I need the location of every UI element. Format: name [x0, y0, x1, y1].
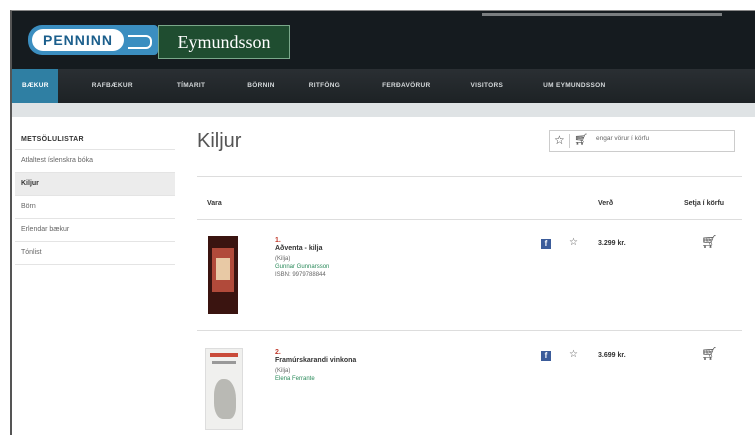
cart-bar[interactable]: ☆ 🛒︎ engar vörur í körfu	[549, 130, 735, 152]
sidebar-item-born[interactable]: Börn	[15, 195, 175, 218]
book-title-link[interactable]: Framúrskarandi vinkona	[275, 357, 356, 364]
sidebar-item-kiljur[interactable]: Kiljur	[15, 172, 175, 195]
wishlist-star-icon[interactable]: ☆	[554, 133, 565, 147]
nav-item-ritfong[interactable]: RITFÖNG	[309, 69, 340, 103]
book-format: (Kilja)	[275, 368, 291, 374]
main-nav: BÆKUR RAFBÆKUR TÍMARIT BÖRNIN RITFÖNG FE…	[12, 69, 755, 103]
cover-subtitle-bar	[212, 361, 236, 364]
header-divider	[482, 13, 722, 16]
bestseller-sidebar: METSÖLULISTAR Atlaltest íslenskra bóka K…	[15, 128, 175, 265]
penninn-logo-text: PENNINN	[32, 29, 124, 51]
book-author-link[interactable]: Elena Ferrante	[275, 376, 356, 382]
divider	[197, 219, 742, 220]
star-icon[interactable]: ☆	[569, 237, 578, 248]
divider	[197, 176, 742, 177]
book-info: 1. Aðventa - kilja (Kilja) Gunnar Gunnar…	[275, 237, 329, 278]
cart-status-text: engar vörur í körfu	[596, 135, 650, 142]
page-title: Kiljur	[197, 130, 242, 152]
cart-icon[interactable]: 🛒︎	[574, 133, 588, 146]
site-header: PENNINN Eymundsson	[12, 11, 755, 69]
nav-item-rafbaekur[interactable]: RAFBÆKUR	[92, 69, 133, 103]
cart-bar-divider	[569, 134, 570, 148]
facebook-icon[interactable]: f	[541, 351, 551, 361]
penninn-logo-tail	[128, 35, 152, 49]
nav-item-timarit[interactable]: TÍMARIT	[177, 69, 205, 103]
sidebar-item-tonlist[interactable]: Tónlist	[15, 241, 175, 265]
sub-header-bar	[12, 103, 755, 117]
column-header-cart: Setja í körfu	[684, 200, 725, 207]
sidebar-title: METSÖLULISTAR	[21, 136, 84, 143]
book-price: 3.699 kr.	[598, 352, 626, 359]
nav-item-um-eymundsson[interactable]: UM EYMUNDSSON	[543, 69, 605, 103]
star-icon[interactable]: ☆	[569, 349, 578, 360]
nav-item-bornin[interactable]: BÖRNIN	[247, 69, 274, 103]
book-rank: 2.	[275, 349, 281, 356]
cover-art	[214, 379, 236, 419]
nav-item-ferdavorur[interactable]: FERÐAVÖRUR	[382, 69, 430, 103]
nav-item-baekur[interactable]: BÆKUR	[12, 69, 58, 103]
column-header-price: Verð	[598, 200, 614, 207]
book-format: (Kilja)	[275, 256, 291, 262]
add-to-cart-icon[interactable]: 🛒︎	[701, 346, 718, 362]
penninn-logo[interactable]: PENNINN	[28, 25, 158, 55]
sidebar-item-erlendar[interactable]: Erlendar bækur	[15, 218, 175, 241]
book-author-link[interactable]: Gunnar Gunnarsson	[275, 264, 329, 270]
add-to-cart-icon[interactable]: 🛒︎	[701, 234, 718, 250]
book-cover-image[interactable]	[208, 236, 238, 314]
book-title-link[interactable]: Aðventa - kilja	[275, 245, 329, 252]
book-rank: 1.	[275, 237, 281, 244]
cover-title-bar	[210, 353, 238, 357]
column-header-item: Vara	[207, 200, 222, 207]
divider	[197, 330, 742, 331]
cover-label	[216, 258, 230, 280]
book-price: 3.299 kr.	[598, 240, 626, 247]
sidebar-item-icelandic[interactable]: Atlaltest íslenskra bóka	[15, 149, 175, 172]
facebook-icon[interactable]: f	[541, 239, 551, 249]
book-cover-image[interactable]	[205, 348, 243, 430]
book-isbn: ISBN: 9979788844	[275, 272, 326, 278]
eymundsson-logo[interactable]: Eymundsson	[158, 25, 290, 59]
nav-item-visitors[interactable]: VISITORS	[471, 69, 504, 103]
book-info: 2. Framúrskarandi vinkona (Kilja) Elena …	[275, 349, 356, 382]
